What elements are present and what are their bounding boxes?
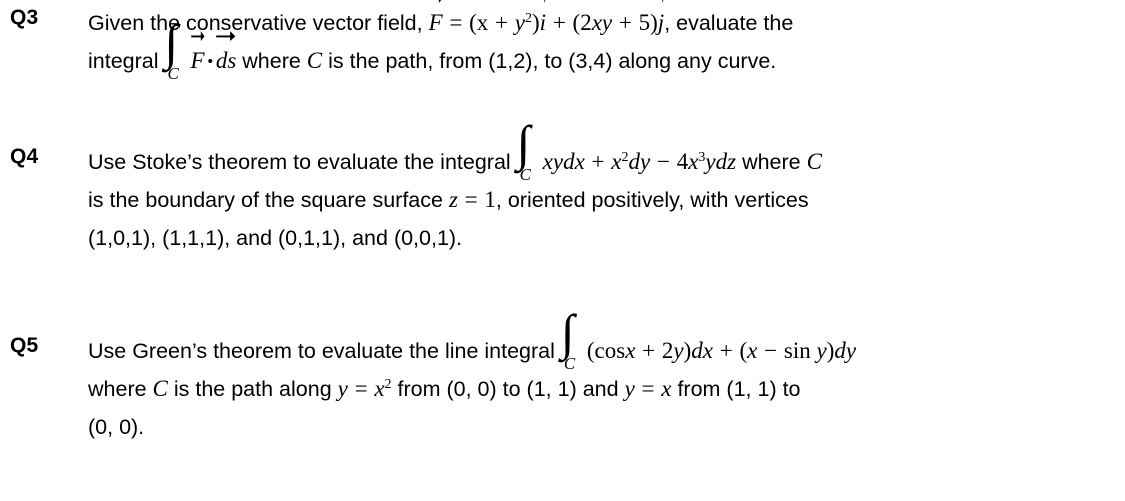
integral-glyph: ∫ xyxy=(516,114,531,171)
question-line: (1,0,1), (1,1,1), and (0,1,1), and (0,0,… xyxy=(88,219,1120,257)
math-variable: C xyxy=(806,149,822,174)
question-label-q4: Q4 xyxy=(10,145,39,168)
vector-symbol: j xyxy=(658,0,664,42)
math-upright: 1 xyxy=(484,187,496,212)
math-variable: C xyxy=(152,376,168,401)
math-variable: y xyxy=(673,338,684,363)
text-run: integral xyxy=(88,49,165,73)
question-body-q5: Use Green’s theorem to evaluate the line… xyxy=(88,307,1120,446)
question-line: where C is the path along y = x2 from (0… xyxy=(88,370,1120,408)
math-exponent: 2 xyxy=(621,149,629,165)
vector-symbol: i xyxy=(540,0,546,42)
math-variable: x xyxy=(688,149,699,174)
math-upright: sin xyxy=(783,338,817,363)
text-run: is the boundary of the square surface xyxy=(88,188,449,212)
text-run: where xyxy=(88,377,153,401)
text-run: Given the conservative vector field, xyxy=(88,11,429,35)
math-variable: dy xyxy=(628,149,651,174)
question-line: (0, 0). xyxy=(88,408,1120,446)
question-block-q5: Q5 Use Green’s theorem to evaluate the l… xyxy=(10,307,1120,446)
question-body-q4: Use Stoke’s theorem to evaluate the inte… xyxy=(88,118,1120,257)
vector-arrow-icon xyxy=(540,0,546,3)
math-variable: xy xyxy=(591,10,613,35)
text-run: (0, 0). xyxy=(88,415,145,439)
integral-symbol: ∫ C xyxy=(517,118,543,183)
math-variable: y xyxy=(337,376,348,401)
math-exponent: 2 xyxy=(525,10,532,26)
document-page: Q3 Given the conservative vector field, … xyxy=(0,0,1125,501)
integral-symbol: ∫ C xyxy=(561,307,587,372)
math-variable: ydz xyxy=(705,149,737,174)
math-upright: 2 xyxy=(661,338,674,363)
math-upright: (2 xyxy=(572,10,592,35)
math-operator: + xyxy=(489,10,514,35)
text-run: , evaluate the xyxy=(664,11,794,35)
math-variable: dy xyxy=(834,338,857,363)
math-upright: 4 xyxy=(676,149,689,174)
math-operator: + xyxy=(714,338,739,363)
text-run: where xyxy=(236,49,307,73)
math-variable: x xyxy=(374,376,385,401)
math-operator: = xyxy=(635,376,661,401)
vector-arrow-icon xyxy=(429,0,443,3)
math-variable: x xyxy=(625,338,636,363)
math-upright: ) xyxy=(532,10,540,35)
math-operator: = xyxy=(458,187,484,212)
math-operator: + xyxy=(585,149,611,174)
math-variable: dx xyxy=(691,338,714,363)
text-run: Use Stoke’s theorem to evaluate the inte… xyxy=(88,150,517,174)
math-upright: (cos xyxy=(586,338,626,363)
dot-product-icon: • xyxy=(207,53,213,71)
text-run: from (1, 1) to xyxy=(671,377,801,401)
math-variable: z xyxy=(448,187,458,212)
vector-differential-symbol: ds xyxy=(216,30,236,80)
question-block-q3: Q3 Given the conservative vector field, … xyxy=(10,0,1120,82)
math-operator: + xyxy=(613,10,638,35)
math-variable: y xyxy=(816,338,827,363)
integral-contour-label: C xyxy=(563,353,576,373)
math-operator: = xyxy=(348,376,374,401)
math-operator: + xyxy=(636,338,661,363)
math-upright: (x xyxy=(469,10,489,35)
math-variable: xydx xyxy=(542,149,585,174)
math-variable: y xyxy=(624,376,635,401)
vector-arrow-icon xyxy=(658,0,664,3)
question-label-q3: Q3 xyxy=(10,6,39,29)
question-line: Use Stoke’s theorem to evaluate the inte… xyxy=(88,118,1120,183)
integral-glyph: ∫ xyxy=(560,303,575,360)
vector-symbol: F xyxy=(191,30,205,80)
text-run: where xyxy=(736,150,807,174)
integral-symbol: ∫ C xyxy=(165,17,191,82)
text-run: is the path along xyxy=(167,377,338,401)
math-exponent: 2 xyxy=(384,376,392,392)
question-line: Given the conservative vector field, F =… xyxy=(88,0,1120,42)
math-variable: x xyxy=(661,376,672,401)
math-variable: y xyxy=(514,10,525,35)
question-block-q4: Q4 Use Stoke’s theorem to evaluate the i… xyxy=(10,118,1120,257)
integral-contour-label: C xyxy=(519,164,531,184)
text-run: (1,0,1), (1,1,1), and (0,1,1), and (0,0,… xyxy=(88,226,463,250)
math-operator: − xyxy=(758,338,783,363)
vector-symbol: F xyxy=(429,0,443,42)
math-operator: + xyxy=(547,10,572,35)
text-run: is the path, from (1,2), to (3,4) along … xyxy=(322,49,777,73)
text-run: , oriented positively, with vertices xyxy=(495,188,809,212)
integral-contour-label: C xyxy=(167,63,179,83)
question-line: integral ∫ C F • ds where C is the path, fro… xyxy=(88,17,1120,82)
math-operator: − xyxy=(651,149,676,174)
math-variable: x xyxy=(611,149,622,174)
math-upright: 5) xyxy=(638,10,658,35)
question-label-q5: Q5 xyxy=(10,334,39,357)
math-variable: x xyxy=(747,338,758,363)
question-body-q3: Given the conservative vector field, F =… xyxy=(88,0,1120,82)
question-line: Use Green’s theorem to evaluate the line… xyxy=(88,307,1120,372)
text-run: from (0, 0) to (1, 1) and xyxy=(391,377,625,401)
math-variable: C xyxy=(306,48,323,73)
math-operator: = xyxy=(443,10,469,35)
integral-glyph: ∫ xyxy=(164,13,179,70)
text-run: Use Green’s theorem to evaluate the line… xyxy=(88,339,561,363)
question-line: is the boundary of the square surface z … xyxy=(88,181,1120,219)
